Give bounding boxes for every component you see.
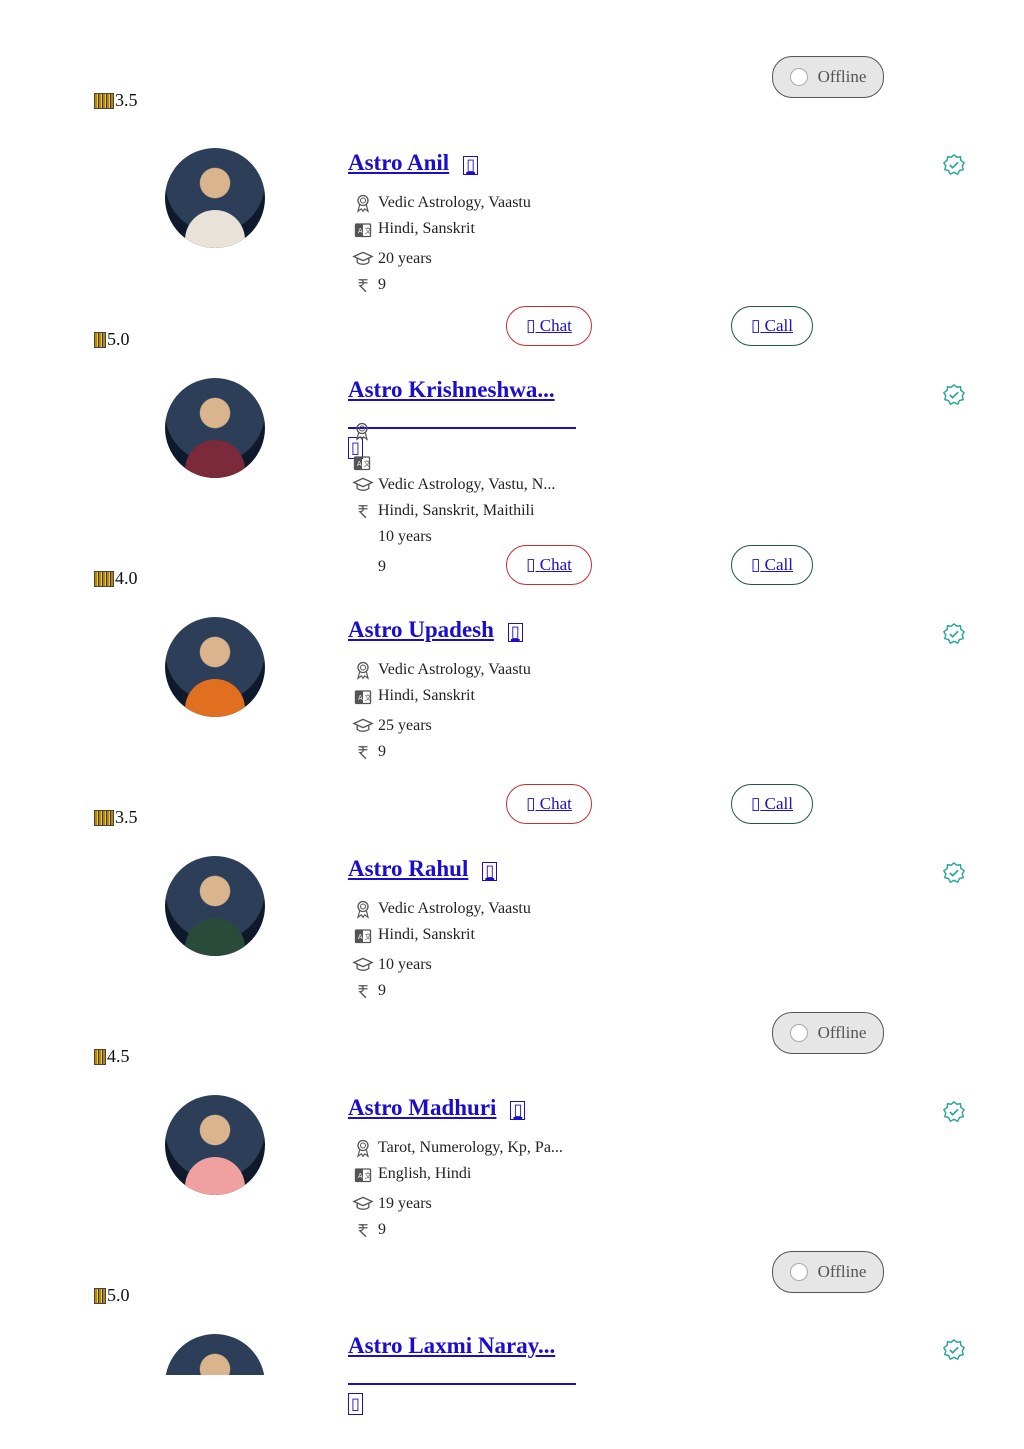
offline-status: Offline — [772, 56, 884, 98]
call-link[interactable]: ▯ Call — [751, 794, 793, 814]
chat-link[interactable]: ▯ Chat — [526, 316, 572, 336]
avatar[interactable] — [165, 1334, 265, 1375]
astrologer-name-link[interactable]: Astro Madhuri ▯ — [348, 1095, 526, 1121]
astrologer-name-link[interactable]: Astro Krishneshwa... — [348, 377, 555, 403]
rupee-icon — [352, 274, 374, 296]
graduation-cap-icon — [352, 1193, 374, 1215]
star-icon — [94, 1287, 106, 1304]
external-link-icon: ▯ — [463, 156, 478, 175]
status-dot-icon — [789, 68, 808, 86]
rating: 5.0 — [94, 1285, 130, 1306]
rupee-icon — [352, 1219, 374, 1241]
status-dot-icon — [789, 1024, 808, 1042]
astrologer-name-link[interactable]: Astro Anil ▯ — [348, 150, 478, 176]
name-underline — [348, 1383, 576, 1385]
award-icon — [352, 421, 372, 441]
star-icon — [94, 331, 106, 348]
name-underline — [348, 427, 576, 429]
astrologer-info: Vedic Astrology, Vaastu Hindi, Sanskrit … — [352, 657, 531, 765]
astrologer-card: 5.0 ▯ Chat ▯ Call Astro Krishneshwa... ▯… — [0, 306, 1024, 575]
award-icon — [352, 659, 374, 681]
chat-button[interactable]: ▯ Chat — [506, 784, 592, 824]
graduation-cap-icon — [352, 474, 374, 496]
verified-icon — [943, 862, 965, 884]
avatar[interactable] — [165, 856, 265, 956]
avatar[interactable] — [165, 1095, 265, 1195]
language-icon — [352, 1163, 374, 1185]
call-button[interactable]: ▯ Call — [731, 545, 813, 585]
astrologer-card: 3.5 Offline Astro Anil ▯ Vedic Astrology,… — [0, 56, 1024, 309]
external-link-icon: ▯ — [348, 1393, 363, 1415]
verified-icon — [943, 154, 965, 176]
star-icon — [94, 1048, 106, 1065]
astrologer-name-link[interactable]: Astro Upadesh ▯ — [348, 617, 523, 643]
verified-icon — [943, 1101, 965, 1123]
astrologer-info: Vedic Astrology, Vaastu Hindi, Sanskrit … — [352, 190, 531, 298]
call-link[interactable]: ▯ Call — [751, 555, 793, 575]
award-icon — [352, 898, 374, 920]
chat-button[interactable]: ▯ Chat — [506, 545, 592, 585]
status-dot-icon — [789, 1263, 808, 1281]
chat-link[interactable]: ▯ Chat — [526, 555, 572, 575]
avatar[interactable] — [165, 617, 265, 717]
rupee-icon — [352, 500, 374, 522]
rating: 3.5 — [94, 90, 138, 111]
language-icon — [352, 685, 374, 707]
external-link-icon: ▯ — [510, 1101, 526, 1120]
verified-icon — [943, 384, 965, 406]
avatar[interactable] — [165, 148, 265, 248]
graduation-cap-icon — [352, 715, 374, 737]
external-link-icon: ▯ — [507, 623, 523, 642]
chat-button[interactable]: ▯ Chat — [506, 306, 592, 346]
rupee-icon — [352, 980, 374, 1002]
rating: 4.0 — [94, 568, 138, 589]
graduation-cap-icon — [352, 248, 374, 270]
astrologer-card: 3.5 ▯ Chat ▯ Call Astro Rahul ▯ Vedic Ast… — [0, 784, 1024, 1026]
astrologer-card: 5.0 Offline Astro Laxmi Naray... ▯ — [0, 1251, 1024, 1449]
rating: 3.5 — [94, 807, 138, 828]
avatar[interactable] — [165, 378, 265, 478]
award-icon — [352, 192, 374, 214]
verified-icon — [943, 1339, 965, 1361]
language-icon — [352, 218, 374, 240]
graduation-cap-icon — [352, 954, 374, 976]
astrologer-name-link[interactable]: Astro Rahul ▯ — [348, 856, 498, 882]
rupee-icon — [352, 741, 374, 763]
call-button[interactable]: ▯ Call — [731, 784, 813, 824]
star-icon — [94, 809, 114, 826]
language-icon — [352, 452, 372, 472]
call-button[interactable]: ▯ Call — [731, 306, 813, 346]
rating: 4.5 — [94, 1046, 130, 1067]
astrologer-card: 4.5 Offline Astro Madhuri ▯ Tarot, Numero… — [0, 1012, 1024, 1265]
avatar-clip — [165, 1334, 265, 1375]
verified-icon — [943, 623, 965, 645]
award-icon — [352, 1137, 374, 1159]
star-icon — [94, 92, 114, 109]
astrologer-card: 4.0 ▯ Chat ▯ Call Astro Upadesh ▯ Vedic A… — [0, 545, 1024, 787]
astrologer-info: Tarot, Numerology, Kp, Pa... English, Hi… — [352, 1135, 563, 1243]
offline-status: Offline — [772, 1251, 884, 1293]
chat-link[interactable]: ▯ Chat — [526, 794, 572, 814]
astrologer-info: Vedic Astrology, Vaastu Hindi, Sanskrit … — [352, 896, 531, 1004]
astrologer-name-link[interactable]: Astro Laxmi Naray... — [348, 1333, 555, 1359]
call-link[interactable]: ▯ Call — [751, 316, 793, 336]
star-icon — [94, 570, 114, 587]
rating: 5.0 — [94, 329, 130, 350]
offline-status: Offline — [772, 1012, 884, 1054]
external-link-icon: ▯ — [482, 862, 498, 881]
language-icon — [352, 924, 374, 946]
